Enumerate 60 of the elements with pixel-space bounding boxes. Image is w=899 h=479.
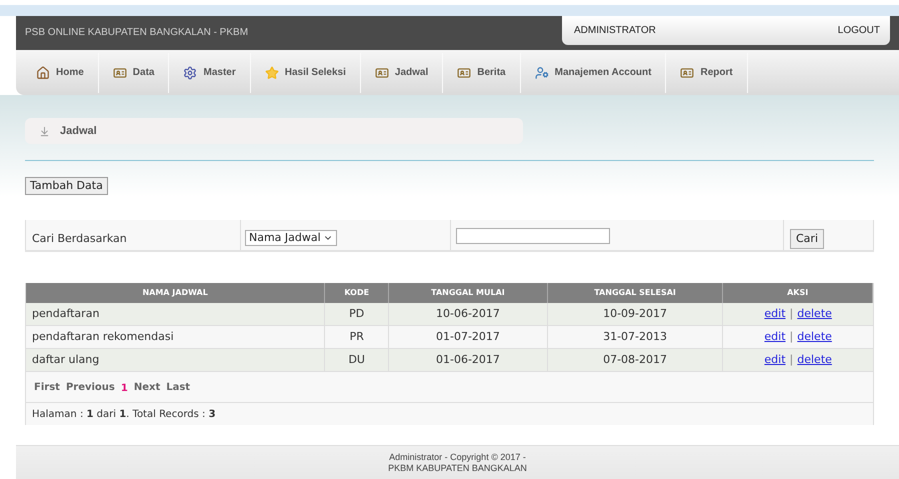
link-separator: |: [790, 306, 794, 322]
link-separator: |: [790, 328, 794, 345]
add-data-button[interactable]: Tambah Data: [25, 177, 108, 195]
pagination-link[interactable]: Last: [166, 380, 190, 394]
table-cell-text: 07-08-2017: [603, 352, 668, 368]
column-header: KODE: [344, 287, 370, 299]
column-header: NAMA JADWAL: [142, 287, 208, 299]
table-cell-text: PR: [350, 328, 364, 345]
download-icon: [39, 126, 50, 136]
logout-link[interactable]: LOGOUT: [838, 23, 880, 38]
footer-text: PKBM KABUPATEN BANGKALAN: [388, 463, 527, 474]
pagination-link[interactable]: 1: [120, 380, 128, 396]
search-label: Cari Berdasarkan: [32, 232, 127, 245]
id-card-icon: [374, 66, 389, 80]
table-cell-text: pendaftaran rekomendasi: [32, 328, 174, 345]
column-header: TANGGAL SELESAI: [594, 287, 676, 299]
menu-item[interactable]: Home: [22, 50, 98, 95]
menu-item[interactable]: Report: [666, 50, 747, 95]
id-card-icon: [112, 66, 127, 80]
house-icon: [36, 66, 50, 80]
records-summary: Halaman : 1 dari 1. Total Records : 3: [32, 408, 216, 422]
menu-item[interactable]: Berita: [443, 50, 520, 95]
table-cell-text: 10-06-2017: [436, 306, 500, 322]
search-button[interactable]: Cari: [790, 229, 824, 250]
menu-item[interactable]: Hasil Seleksi: [250, 50, 360, 95]
site-title: PSB ONLINE KABUPATEN BANGKALAN - PKBM: [24, 26, 250, 40]
table-cell-text: DU: [348, 352, 365, 368]
id-card-icon: [457, 66, 472, 80]
search-field[interactable]: [456, 228, 610, 244]
table-cell-text: 01-06-2017: [436, 352, 500, 368]
menu-item[interactable]: Master: [169, 50, 250, 95]
gear-icon: [183, 66, 198, 80]
table-cell-text: pendaftaran: [32, 306, 100, 322]
menu-item[interactable]: Jadwal: [360, 50, 442, 95]
search-by-select[interactable]: Nama Jadwal: [245, 230, 337, 246]
link-separator: |: [790, 352, 794, 368]
table-cell-text: 31-07-2013: [603, 328, 668, 345]
star-icon: [264, 66, 279, 80]
menu-item[interactable]: Data: [98, 50, 168, 95]
breadcrumb-text: Jadwal: [60, 124, 97, 139]
delete-link[interactable]: delete: [797, 328, 832, 346]
table-cell-text: 10-09-2017: [603, 306, 668, 322]
username: ADMINISTRATOR: [574, 24, 656, 38]
edit-link[interactable]: edit: [764, 306, 786, 322]
column-header: TANGGAL MULAI: [431, 287, 505, 299]
delete-link[interactable]: delete: [797, 352, 832, 368]
footer-text: Administrator - Copyright © 2017 -: [389, 452, 526, 463]
pagination-link[interactable]: First: [34, 380, 60, 394]
menu-item[interactable]: Manajemen Account: [520, 50, 666, 95]
column-header: AKSI: [787, 287, 808, 299]
edit-link[interactable]: edit: [764, 352, 786, 368]
id-card-icon: [680, 66, 694, 80]
edit-link[interactable]: edit: [764, 328, 786, 346]
delete-link[interactable]: delete: [797, 306, 832, 322]
pagination-link[interactable]: Next: [134, 380, 160, 394]
user-icon: [534, 66, 549, 80]
table-cell-text: PD: [349, 306, 364, 322]
table-cell-text: daftar ulang: [32, 352, 100, 368]
table-cell-text: 01-07-2017: [436, 328, 500, 345]
pagination-link[interactable]: Previous: [66, 380, 115, 394]
